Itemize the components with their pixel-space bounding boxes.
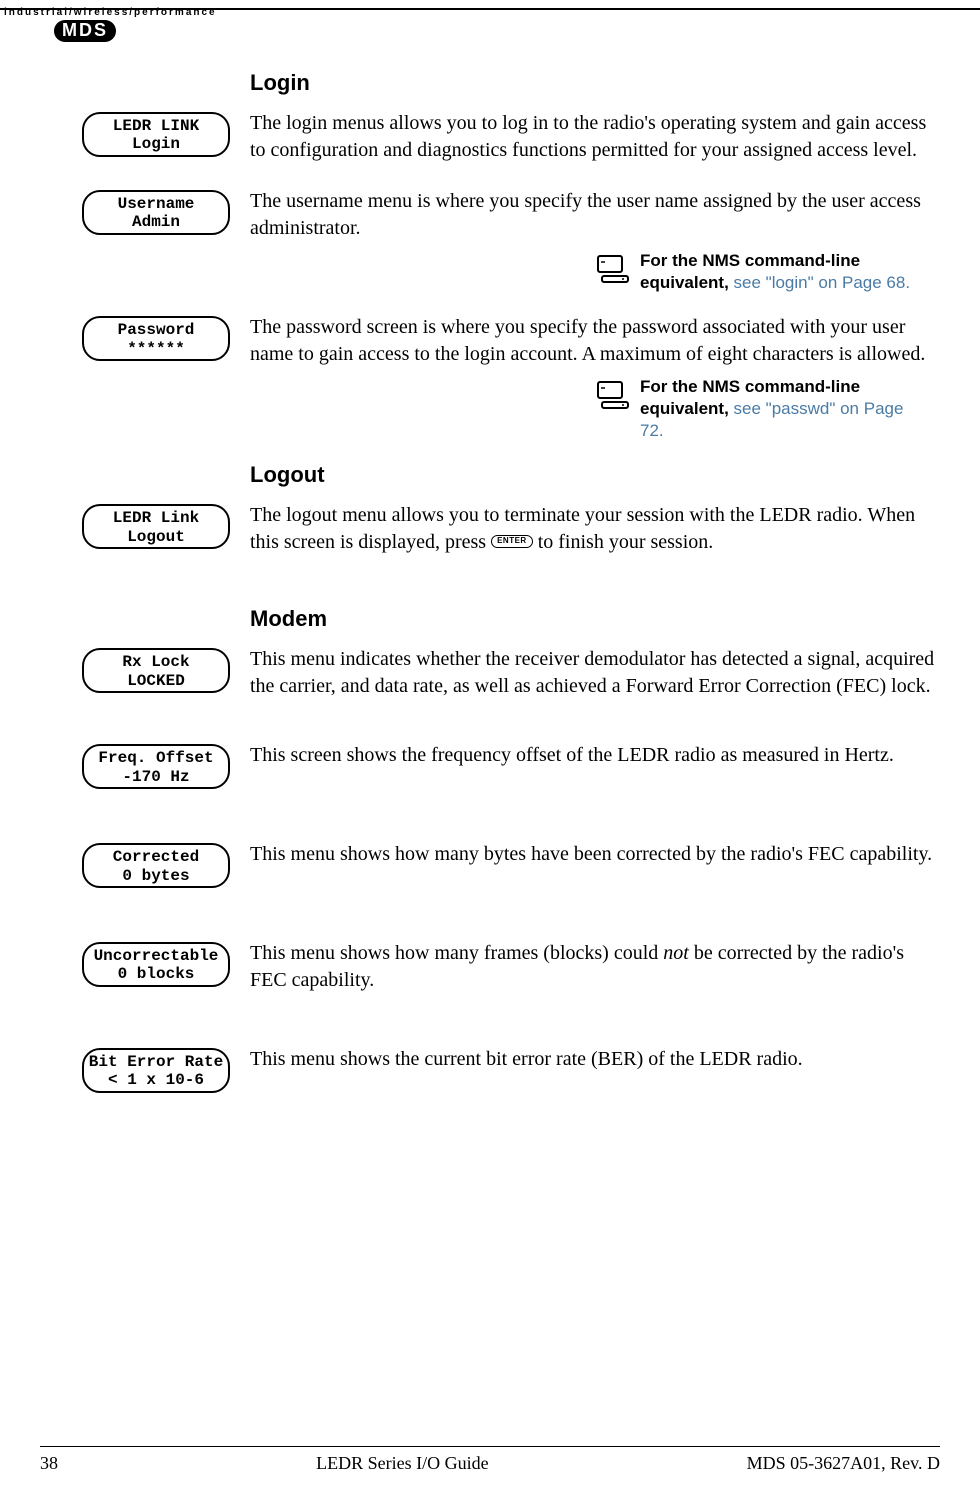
lcd-line1: LEDR LINK [88,117,224,135]
logout-text-post: to finish your session. [533,531,714,553]
lcd-line2: LOCKED [88,672,224,690]
footer-page-number: 38 [40,1453,58,1474]
ref-box: For the NMS command-line equivalent, see… [596,250,916,294]
lcd-line1: Password [88,321,224,339]
modem-text-1: This screen shows the frequency offset o… [250,742,940,769]
lcd-line2: 0 blocks [88,965,224,983]
lcd-line2: ****** [88,340,224,358]
page: industrial/wireless/performance MDS Logi… [0,0,980,1490]
ref-tail: . [905,273,910,292]
ref-row-login: For the NMS command-line equivalent, see… [40,250,940,294]
login-text-1: The username menu is where you specify t… [250,188,940,242]
ref-text: For the NMS command-line equivalent, see… [640,376,916,442]
modem-row-4: Bit Error Rate < 1 x 10-6 This menu show… [40,1046,940,1093]
lcd-freq-offset: Freq. Offset -170 Hz [82,744,230,789]
section-title-modem: Modem [250,606,940,632]
modem-row-2: Corrected 0 bytes This menu shows how ma… [40,841,940,888]
footer: 38 LEDR Series I/O Guide MDS 05-3627A01,… [0,1446,980,1474]
lcd-username: Username Admin [82,190,230,235]
lcd-line1: Uncorrectable [88,947,224,965]
lcd-line1: Username [88,195,224,213]
login-text-0: The login menus allows you to log in to … [250,110,940,164]
section-title-login: Login [250,70,940,96]
login-row-2: Password ****** The password screen is w… [40,314,940,368]
lcd-line1: LEDR Link [88,509,224,527]
footer-center: LEDR Series I/O Guide [316,1453,488,1474]
footer-line: 38 LEDR Series I/O Guide MDS 05-3627A01,… [40,1446,940,1474]
logout-text-0: The logout menu allows you to terminate … [250,502,940,556]
lcd-logout: LEDR Link Logout [82,504,230,549]
modem-text-3: This menu shows how many frames (blocks)… [250,940,940,994]
modem-text-4: This menu shows the current bit error ra… [250,1046,940,1073]
lcd-password: Password ****** [82,316,230,361]
lcd-ber: Bit Error Rate < 1 x 10-6 [82,1048,230,1093]
lcd-line2: < 1 x 10-6 [88,1071,224,1089]
lcd-line2: Login [88,135,224,153]
login-row-0: LEDR LINK Login The login menus allows y… [40,110,940,164]
lcd-line1: Rx Lock [88,653,224,671]
lcd-line2: -170 Hz [88,768,224,786]
lcd-ledr-link-login: LEDR LINK Login [82,112,230,157]
modem-row-0: Rx Lock LOCKED This menu indicates wheth… [40,646,940,700]
login-text-2: The password screen is where you specify… [250,314,940,368]
lcd-line2: 0 bytes [88,867,224,885]
lcd-line1: Freq. Offset [88,749,224,767]
modem-text-0: This menu indicates whether the receiver… [250,646,940,700]
ref-link-login[interactable]: see "login" on Page 68 [734,273,906,292]
brand-badge: MDS [54,20,116,42]
terminal-icon [596,380,630,415]
lcd-line1: Corrected [88,848,224,866]
modem-row-1: Freq. Offset -170 Hz This screen shows t… [40,742,940,789]
modem-text-3-pre: This menu shows how many frames (blocks)… [250,942,663,964]
ref-row-passwd: For the NMS command-line equivalent, see… [40,376,940,442]
modem-row-3: Uncorrectable 0 blocks This menu shows h… [40,940,940,994]
footer-doc-id: MDS 05-3627A01, Rev. D [747,1453,940,1474]
modem-text-3-italic: not [663,942,689,964]
login-row-1: Username Admin The username menu is wher… [40,188,940,242]
ref-text: For the NMS command-line equivalent, see… [640,250,916,294]
lcd-corrected: Corrected 0 bytes [82,843,230,888]
lcd-rxlock: Rx Lock LOCKED [82,648,230,693]
lcd-uncorrectable: Uncorrectable 0 blocks [82,942,230,987]
header-rule: industrial/wireless/performance [0,8,980,10]
header-tagline: industrial/wireless/performance [4,7,217,18]
content-area: Login LEDR LINK Login The login menus al… [40,62,940,1099]
ref-box: For the NMS command-line equivalent, see… [596,376,916,442]
terminal-icon [596,254,630,289]
enter-key-icon: ENTER [491,535,533,548]
ref-tail: . [659,421,664,440]
modem-text-2: This menu shows how many bytes have been… [250,841,940,868]
logout-row-0: LEDR Link Logout The logout menu allows … [40,502,940,556]
lcd-line1: Bit Error Rate [88,1053,224,1071]
lcd-line2: Logout [88,528,224,546]
lcd-line2: Admin [88,213,224,231]
section-title-logout: Logout [250,462,940,488]
